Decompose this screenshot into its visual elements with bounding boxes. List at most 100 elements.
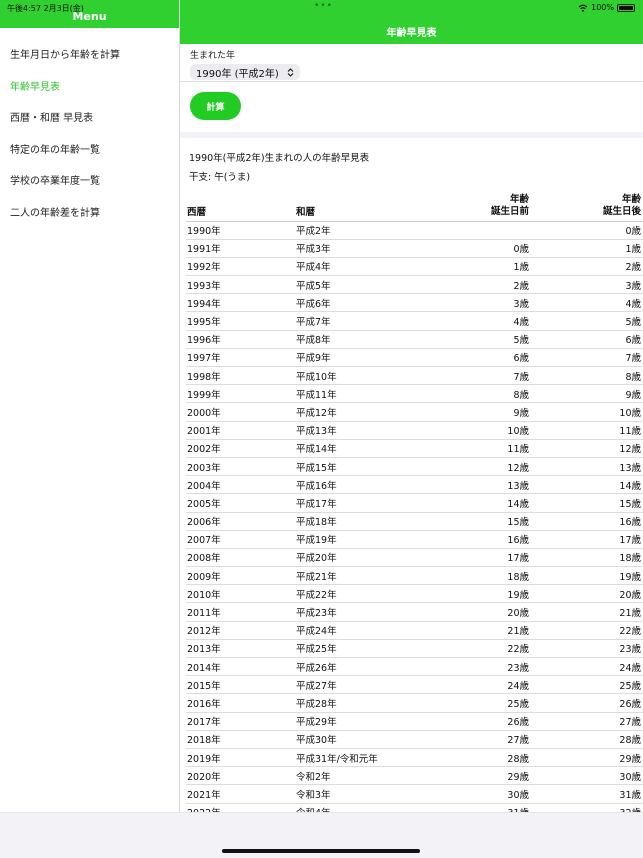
cell-wareki: 平成27年: [296, 675, 421, 695]
table-row: 2012年 平成24年 21歳 22歳: [186, 621, 643, 640]
cell-seireki: 2004年: [186, 475, 296, 495]
table-row: 2020年 令和2年 29歳 30歳: [186, 766, 643, 786]
cell-wareki: 平成7年: [296, 311, 421, 331]
table-row: 2017年 平成29年 26歳 27歳: [186, 712, 643, 731]
cell-wareki: 令和3年: [296, 784, 421, 804]
cell-seireki: 2016年: [186, 693, 296, 713]
cell-age-after-birthday: 31歳: [531, 784, 643, 804]
battery-level: [619, 5, 633, 10]
cell-age-before-birthday: 27歳: [421, 730, 531, 749]
sidebar-item[interactable]: 二人の年齢差を計算: [0, 198, 179, 230]
cell-age-after-birthday: 13歳: [531, 457, 643, 477]
cell-wareki: 平成26年: [296, 657, 421, 677]
header-wareki: 和暦: [296, 187, 421, 222]
cell-age-before-birthday: 6歳: [421, 348, 531, 368]
cell-age-after-birthday: 16歳: [531, 512, 643, 531]
header-after-birthday-label: 誕生日後: [602, 205, 641, 217]
table-row: 2013年 平成25年 22歳 23歳: [186, 639, 643, 659]
cell-age-after-birthday: 2歳: [531, 257, 643, 277]
header-before-birthday-label: 誕生日前: [490, 205, 529, 217]
cell-age-before-birthday: 25歳: [421, 693, 531, 713]
cell-seireki: 2003年: [186, 457, 296, 477]
home-indicator[interactable]: [222, 849, 420, 853]
cell-age-after-birthday: 21歳: [531, 602, 643, 622]
cell-age-before-birthday: 3歳: [421, 293, 531, 313]
cell-wareki: 平成9年: [296, 348, 421, 368]
birth-year-label: 生まれた年: [190, 51, 236, 61]
sidebar-item[interactable]: 学校の卒業年度一覧: [0, 166, 179, 198]
sidebar-item[interactable]: 西暦・和暦 早見表: [0, 103, 179, 135]
cell-wareki: 平成4年: [296, 257, 421, 277]
result-title: 1990年(平成2年)生まれの人の年齢早見表: [189, 153, 370, 164]
cell-age-after-birthday: 17歳: [531, 530, 643, 549]
table-row: 2004年 平成16年 13歳 14歳: [186, 475, 643, 495]
cell-wareki: 平成24年: [296, 621, 421, 640]
sidebar-item[interactable]: 年齢早見表: [0, 72, 179, 104]
cell-seireki: 2022年: [186, 803, 296, 812]
cell-wareki: 平成12年: [296, 402, 421, 422]
table-row: 2006年 平成18年 15歳 16歳: [186, 512, 643, 531]
wifi-icon: [578, 4, 588, 12]
cell-wareki: 平成30年: [296, 730, 421, 749]
cell-wareki: 平成11年: [296, 384, 421, 404]
cell-age-before-birthday: 16歳: [421, 530, 531, 549]
cell-age-after-birthday: 26歳: [531, 693, 643, 713]
table-row: 1995年 平成7年 4歳 5歳: [186, 311, 643, 331]
table-row: 2008年 平成20年 17歳 18歳: [186, 548, 643, 568]
calculate-button[interactable]: 計算: [190, 92, 241, 120]
table-row: 2009年 平成21年 18歳 19歳: [186, 566, 643, 586]
cell-seireki: 2019年: [186, 748, 296, 768]
cell-seireki: 2001年: [186, 421, 296, 440]
cell-seireki: 2013年: [186, 639, 296, 659]
cell-age-before-birthday: 13歳: [421, 475, 531, 495]
cell-age-after-birthday: 7歳: [531, 348, 643, 368]
cell-seireki: 1996年: [186, 330, 296, 349]
cell-wareki: 平成23年: [296, 602, 421, 622]
cell-age-after-birthday: 30歳: [531, 766, 643, 786]
cell-age-after-birthday: 29歳: [531, 748, 643, 768]
cell-age-after-birthday: 0歳: [531, 221, 643, 240]
chevron-up-down-icon: [287, 67, 294, 77]
cell-age-after-birthday: 22歳: [531, 621, 643, 640]
cell-age-before-birthday: 4歳: [421, 311, 531, 331]
table-row: 1990年 平成2年 0歳: [186, 221, 643, 240]
cell-age-before-birthday: 11歳: [421, 439, 531, 458]
status-bar: 午後4:57 2月3日(金) ••• 100%: [0, 0, 643, 14]
battery-percent: 100%: [591, 3, 614, 12]
status-time: 午後4:57 2月3日(金): [7, 4, 84, 13]
table-row: 2016年 平成28年 25歳 26歳: [186, 693, 643, 713]
cell-wareki: 平成16年: [296, 475, 421, 495]
cell-wareki: 平成10年: [296, 366, 421, 386]
cell-age-before-birthday: [421, 221, 531, 240]
table-row: 1999年 平成11年 8歳 9歳: [186, 384, 643, 404]
cell-age-after-birthday: 5歳: [531, 311, 643, 331]
cell-age-after-birthday: 11歳: [531, 421, 643, 440]
table-row: 2011年 平成23年 20歳 21歳: [186, 602, 643, 622]
cell-wareki: 平成15年: [296, 457, 421, 477]
sidebar-list: 生年月日から年齢を計算 年齢早見表 西暦・和暦 早見表 特定の年の年齢一覧 学校の卒業年…: [0, 40, 179, 229]
multitasking-dots-icon[interactable]: •••: [314, 1, 333, 11]
cell-age-after-birthday: 23歳: [531, 639, 643, 659]
result-section: 1990年(平成2年)生まれの人の年齢早見表 干支: 午(うま) 西暦 和暦 年…: [180, 138, 643, 812]
cell-seireki: 2007年: [186, 530, 296, 549]
cell-seireki: 2000年: [186, 402, 296, 422]
cell-seireki: 2008年: [186, 548, 296, 568]
cell-age-before-birthday: 1歳: [421, 257, 531, 277]
sidebar-item[interactable]: 特定の年の年齢一覧: [0, 135, 179, 167]
cell-seireki: 2015年: [186, 675, 296, 695]
cell-seireki: 1998年: [186, 366, 296, 386]
cell-age-after-birthday: 28歳: [531, 730, 643, 749]
birth-year-select[interactable]: 1990年 (平成2年): [190, 64, 300, 80]
cell-age-before-birthday: 8歳: [421, 384, 531, 404]
table-row: 2010年 平成22年 19歳 20歳: [186, 584, 643, 604]
cell-age-before-birthday: 31歳: [421, 803, 531, 812]
cell-wareki: 平成2年: [296, 221, 421, 240]
cell-age-before-birthday: 15歳: [421, 512, 531, 531]
cell-age-after-birthday: 3歳: [531, 275, 643, 295]
cell-age-before-birthday: 9歳: [421, 402, 531, 422]
cell-seireki: 1991年: [186, 239, 296, 258]
sidebar-item[interactable]: 生年月日から年齢を計算: [0, 40, 179, 72]
cell-age-after-birthday: 8歳: [531, 366, 643, 386]
cell-seireki: 2005年: [186, 493, 296, 513]
table-row: 2021年 令和3年 30歳 31歳: [186, 784, 643, 804]
